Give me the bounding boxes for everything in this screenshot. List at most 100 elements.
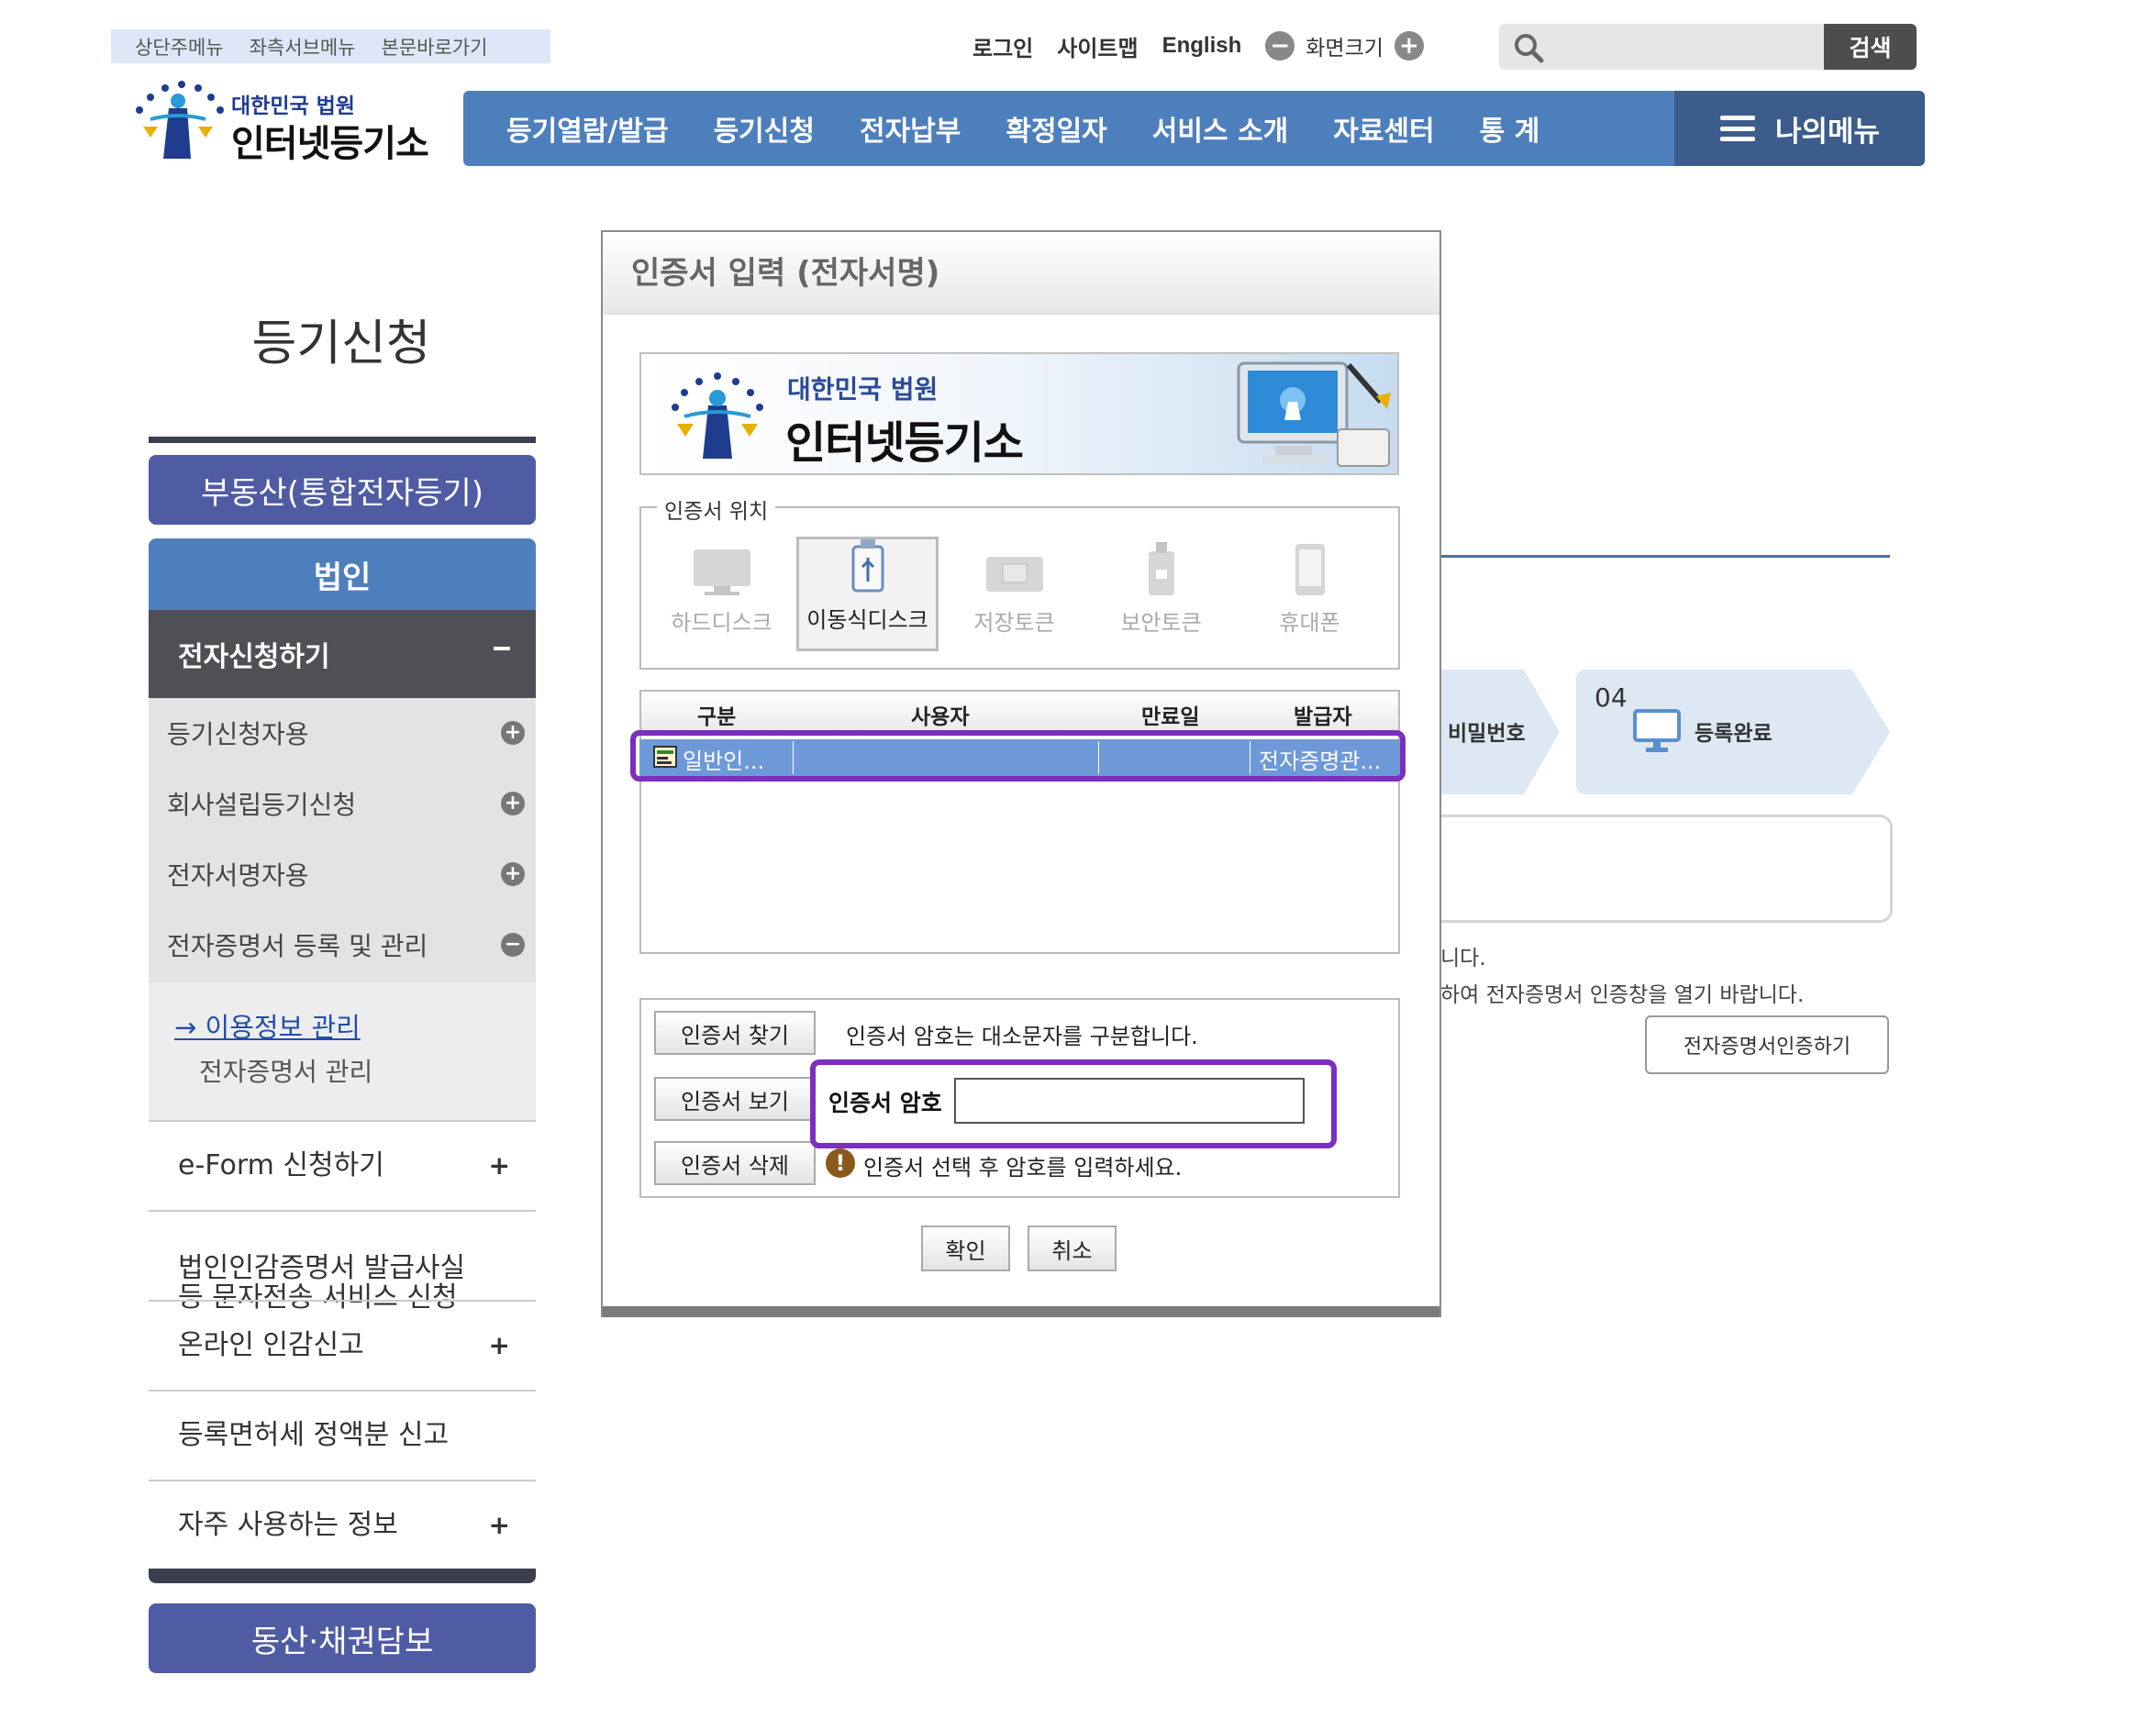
search-input[interactable] [1552,28,1822,68]
computer-illustration-icon [1237,361,1391,467]
submenu-label: 전자증명서 등록 및 관리 [167,931,428,961]
usage-info-link[interactable]: → 이용정보 관리 [174,1006,361,1045]
cancel-button[interactable]: 취소 [1028,1225,1117,1271]
info-text: 하여 전자증명서 인증창을 열기 바랍니다. [1440,983,1805,1007]
category-real-estate[interactable]: 부동산(통합전자등기) [149,455,536,525]
english-link[interactable]: English [1162,33,1242,59]
table-header [641,692,1398,730]
info-text: 니다. [1440,947,1486,970]
delete-certificate-button[interactable]: 인증서 삭제 [654,1141,816,1185]
category-movable-collateral[interactable]: 동산·채권담보 [149,1603,536,1673]
sidebar-title: 등기신청 [251,316,431,372]
cert-location-legend: 인증서 위치 [657,493,776,525]
location-storage-token[interactable]: 저장토큰 [943,537,1085,651]
find-certificate-button[interactable]: 인증서 찾기 [654,1011,816,1055]
e-cert-auth-button[interactable]: 전자증명서인증하기 [1645,1015,1889,1074]
nav-item-service-intro[interactable]: 서비스 소개 [1152,108,1288,149]
sidebar-item-favorites[interactable]: 자주 사용하는 정보 + [149,1480,536,1569]
zoom-in-icon[interactable]: + [1394,31,1424,61]
content-divider [1440,555,1890,558]
expand-plus-icon: + [488,1509,510,1540]
collapse-minus-icon: − [501,933,525,957]
location-label: 휴대폰 [1279,610,1340,636]
warning-icon: ! [826,1148,855,1178]
sidebar-submenu: 등기신청자용 + 회사설립등기신청 + 전자서명자용 + 전자증명서 등록 및 … [149,698,536,982]
location-mobile-phone[interactable]: 휴대폰 [1239,537,1381,651]
usb-drive-icon [851,539,884,593]
location-label: 이동식디스크 [806,607,928,633]
my-menu-button[interactable]: 나의메뉴 [1674,91,1925,166]
sidebar-item-label: 자주 사용하는 정보 [178,1509,398,1541]
sidebar-item-eform[interactable]: e-Form 신청하기 + [149,1120,536,1210]
nav-item-data-center[interactable]: 자료센터 [1333,108,1434,149]
dialog-bottom-bar [603,1306,1439,1317]
hard-disk-icon [693,549,750,595]
my-menu-label: 나의메뉴 [1775,115,1881,149]
banner-title: 인터넷등기소 [785,417,1024,469]
expand-plus-icon: + [501,792,525,815]
search-icon [1515,34,1544,63]
column-header-expiry[interactable]: 만료일 [1141,699,1199,730]
sidebar-item-label: 등록면허세 정액분 신고 [178,1419,450,1451]
e-cert-manage-link[interactable]: 전자증명서 관리 [199,1052,372,1089]
submenu-label: 등기신청자용 [167,719,309,749]
security-token-icon [1148,542,1174,595]
search-button[interactable]: 검색 [1824,24,1917,70]
nav-item-view-issue[interactable]: 등기열람/발급 [506,108,669,149]
content-box [1431,815,1893,923]
sidebar-divider [149,437,536,443]
step-label: 비밀번호 [1448,722,1526,746]
location-hard-disk[interactable]: 하드디스크 [650,537,793,651]
dialog-title: 인증서 입력 (전자서명) [631,255,940,292]
logo-title[interactable]: 인터넷등기소 [231,114,429,167]
expand-plus-icon: + [501,721,525,745]
utility-links: 로그인 사이트맵 English − 화면크기 + [972,28,1424,64]
nav-item-e-payment[interactable]: 전자납부 [860,108,961,149]
step-label: 등록완료 [1695,722,1773,746]
expand-plus-icon: + [488,1150,510,1181]
mobile-phone-icon [1295,544,1325,595]
sidebar-item-e-application[interactable]: 전자신청하기 [149,610,536,698]
sidebar-item-online-seal[interactable]: 온라인 인감신고 + [149,1300,536,1390]
column-header-user[interactable]: 사용자 [911,699,969,730]
sidebar-item-sms-service[interactable]: 법인인감증명서 발급사실 등 문자전송 서비스 신청 [149,1210,536,1313]
location-security-token[interactable]: 보안토큰 [1090,537,1232,651]
court-logo-emblem [672,372,763,459]
nav-item-fixed-date[interactable]: 확정일자 [1006,108,1106,149]
highlight-password-field [810,1059,1337,1148]
skip-link-side-menu[interactable]: 좌측서브메뉴 [250,33,356,61]
sidebar-item-license-tax[interactable]: 등록면허세 정액분 신고 [149,1390,536,1480]
monitor-icon [1633,709,1681,752]
column-header-issuer[interactable]: 발급자 [1294,699,1351,730]
category-corporation[interactable]: 법인 [149,538,536,610]
highlight-selected-certificate [630,730,1406,782]
nav-item-statistics[interactable]: 통 계 [1480,108,1540,149]
skip-link-top-menu[interactable]: 상단주메뉴 [135,33,224,61]
location-label: 하드디스크 [671,610,772,636]
submenu-level3: → 이용정보 관리 전자증명서 관리 [149,982,536,1120]
location-removable-disk[interactable]: 이동식디스크 [796,537,939,651]
login-link[interactable]: 로그인 [972,30,1033,62]
font-size-control: − 화면크기 + [1265,30,1424,61]
font-size-label: 화면크기 [1306,37,1384,61]
skip-navigation: 상단주메뉴 좌측서브메뉴 본문바로가기 [111,29,550,63]
sidebar-item-label: 온라인 인감신고 [178,1329,364,1361]
step-number: 04 [1595,682,1628,713]
sitemap-link[interactable]: 사이트맵 [1057,30,1138,62]
submenu-item-active[interactable]: 전자증명서 등록 및 관리 − [167,926,525,963]
view-certificate-button[interactable]: 인증서 보기 [654,1077,816,1121]
submenu-item[interactable]: 회사설립등기신청 + [167,785,525,822]
expand-plus-icon: + [501,862,525,886]
skip-link-content[interactable]: 본문바로가기 [382,33,488,61]
storage-token-icon [985,557,1043,592]
submenu-item[interactable]: 전자서명자용 + [167,856,525,893]
location-label: 저장토큰 [973,610,1055,636]
expand-plus-icon: + [488,1330,510,1360]
column-header-type[interactable]: 구분 [697,699,736,730]
submenu-item[interactable]: 등기신청자용 + [167,715,525,751]
banner-subtitle: 대한민국 법원 [787,374,939,405]
confirm-button[interactable]: 확인 [921,1225,1010,1271]
sidebar-bottom-bar [149,1569,536,1583]
nav-item-registration[interactable]: 등기신청 [714,108,815,149]
zoom-out-icon[interactable]: − [1265,31,1295,61]
